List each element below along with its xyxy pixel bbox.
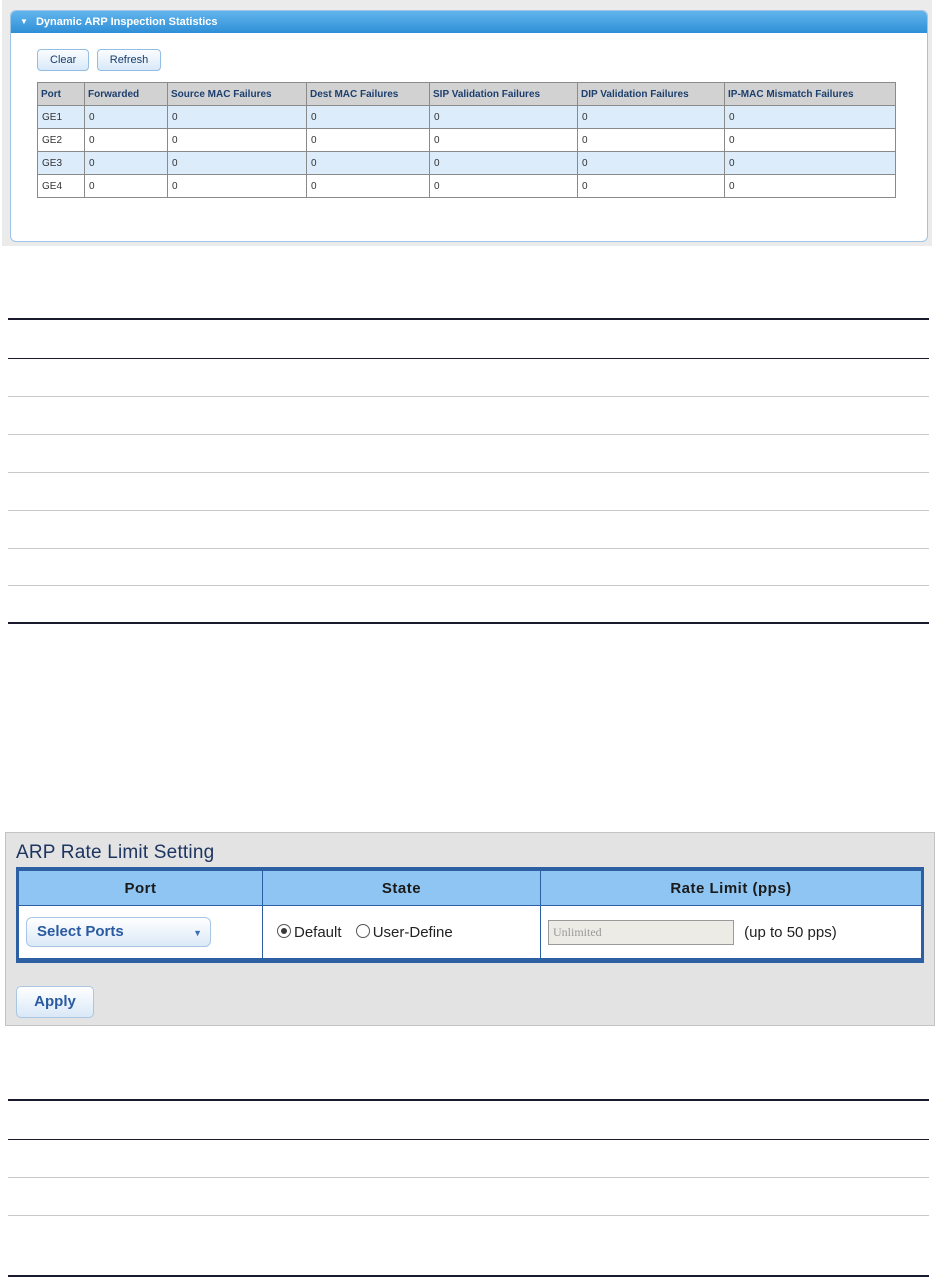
dai-button-bar: Clear Refresh [37,49,164,71]
cell-source-mac-failures: 0 [167,151,307,175]
cell-port: GE3 [37,151,85,175]
table-header-row: Port State Rate Limit (pps) [19,871,921,906]
state-default-label[interactable]: Default [294,924,342,941]
table-row-rule [8,585,929,586]
cell-rate-limit: (up to 50 pps) [540,905,921,958]
rate-limit-table-frame: Port State Rate Limit (pps) Select Ports… [16,867,924,963]
cell-source-mac-failures: 0 [167,174,307,198]
column-header-dest-mac-failures: Dest MAC Failures [306,82,430,106]
cell-forwarded: 0 [84,105,168,129]
dai-panel-header[interactable]: ▼ Dynamic ARP Inspection Statistics [11,11,927,33]
cell-ip-mac-mismatch-failures: 0 [724,174,896,198]
rate-limit-input[interactable] [548,919,734,945]
table-row: GE4 0 0 0 0 0 0 [37,174,896,198]
column-header-forwarded: Forwarded [84,82,168,106]
empty-description-table-1 [8,318,929,624]
select-ports-label: Select Ports [37,923,124,940]
table-top-rule [8,1099,929,1101]
cell-port: GE4 [37,174,85,198]
cell-dest-mac-failures: 0 [306,174,430,198]
cell-port: Select Ports ▼ [19,905,263,958]
cell-source-mac-failures: 0 [167,105,307,129]
cell-port: GE2 [37,128,85,152]
cell-ip-mac-mismatch-failures: 0 [724,151,896,175]
cell-sip-validation-failures: 0 [429,128,578,152]
chevron-down-icon: ▼ [193,928,202,938]
table-row-rule [8,396,929,397]
column-header-port: Port [19,871,263,906]
cell-sip-validation-failures: 0 [429,105,578,129]
column-header-rate-limit: Rate Limit (pps) [540,871,921,906]
column-header-dip-validation-failures: DIP Validation Failures [577,82,725,106]
dai-panel-title: Dynamic ARP Inspection Statistics [35,16,218,28]
table-bottom-rule [8,1275,929,1277]
cell-state: Default User-Define [262,905,541,958]
arp-rate-limit-panel: ARP Rate Limit Setting Port State Rate L… [5,832,935,1026]
table-row-rule [8,1215,929,1216]
cell-ip-mac-mismatch-failures: 0 [724,128,896,152]
column-header-sip-validation-failures: SIP Validation Failures [429,82,578,106]
table-row: GE2 0 0 0 0 0 0 [37,128,896,152]
column-header-ip-mac-mismatch-failures: IP-MAC Mismatch Failures [724,82,896,106]
cell-forwarded: 0 [84,128,168,152]
cell-dest-mac-failures: 0 [306,128,430,152]
cell-source-mac-failures: 0 [167,128,307,152]
rate-limit-table: Port State Rate Limit (pps) Select Ports… [19,871,921,958]
dai-statistics-box: ▼ Dynamic ARP Inspection Statistics Clea… [10,10,928,242]
cell-dip-validation-failures: 0 [577,151,725,175]
dai-statistics-panel: ▼ Dynamic ARP Inspection Statistics Clea… [2,0,932,246]
table-row: Select Ports ▼ Default User-Define (up t… [19,905,921,958]
refresh-button[interactable]: Refresh [96,49,162,71]
column-header-port: Port [37,82,85,106]
rate-limit-hint: (up to 50 pps) [744,923,837,941]
cell-port: GE1 [37,105,85,129]
table-header-rule [8,358,929,359]
table-header-rule [8,1139,929,1140]
clear-button[interactable]: Clear [37,49,90,71]
collapse-triangle-icon[interactable]: ▼ [20,17,28,26]
cell-dip-validation-failures: 0 [577,174,725,198]
state-user-define-radio[interactable] [355,923,370,938]
table-row-rule [8,434,929,435]
table-row: GE1 0 0 0 0 0 0 [37,105,896,129]
state-radio-group: Default User-Define [277,923,463,941]
cell-sip-validation-failures: 0 [429,174,578,198]
table-row-rule [8,1177,929,1178]
column-header-state: State [262,871,541,906]
apply-button[interactable]: Apply [16,986,94,1018]
empty-description-table-2 [8,1099,929,1279]
cell-dip-validation-failures: 0 [577,128,725,152]
cell-forwarded: 0 [84,174,168,198]
column-header-source-mac-failures: Source MAC Failures [167,82,307,106]
table-bottom-rule [8,622,929,624]
table-row-rule [8,548,929,549]
cell-forwarded: 0 [84,151,168,175]
panel-title: ARP Rate Limit Setting [16,842,215,863]
table-row-rule [8,510,929,511]
table-row-rule [8,472,929,473]
cell-dip-validation-failures: 0 [577,105,725,129]
select-ports-dropdown[interactable]: Select Ports ▼ [26,917,211,947]
cell-ip-mac-mismatch-failures: 0 [724,105,896,129]
table-row: GE3 0 0 0 0 0 0 [37,151,896,175]
cell-dest-mac-failures: 0 [306,105,430,129]
table-header-row: Port Forwarded Source MAC Failures Dest … [37,82,896,106]
cell-sip-validation-failures: 0 [429,151,578,175]
table-top-rule [8,318,929,320]
state-user-define-label[interactable]: User-Define [373,924,453,941]
state-default-radio[interactable] [277,923,291,938]
dai-statistics-table: Port Forwarded Source MAC Failures Dest … [37,82,896,198]
cell-dest-mac-failures: 0 [306,151,430,175]
